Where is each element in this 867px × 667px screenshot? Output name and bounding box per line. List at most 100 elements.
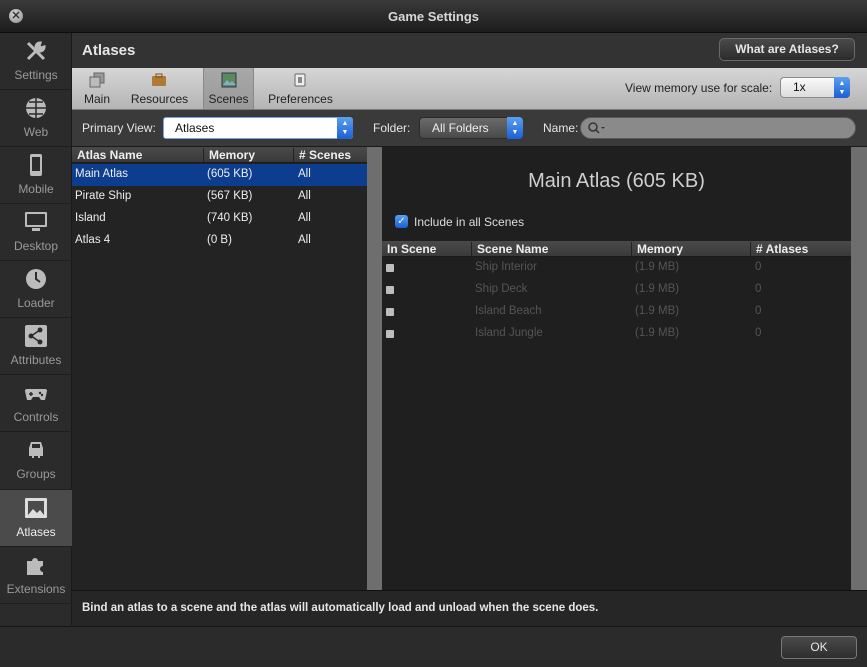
scale-value: 1x	[793, 80, 806, 94]
table-row: Island Jungle (1.9 MB) 0	[382, 323, 851, 345]
tab-resources[interactable]: Resources	[122, 68, 197, 109]
name-label: Name:	[543, 121, 579, 135]
folder-value: All Folders	[432, 121, 489, 135]
sidebar-item-atlases[interactable]: Atlases	[0, 490, 72, 547]
table-row[interactable]: Island (740 KB) All	[72, 208, 367, 230]
footer: OK	[0, 626, 867, 667]
scene-name: Ship Deck	[475, 283, 528, 295]
up-down-arrows-icon: ▲ ▼	[834, 77, 850, 98]
car-icon	[29, 442, 43, 458]
atlas-name: Main Atlas	[75, 168, 129, 180]
gamepad-icon	[25, 389, 47, 400]
search-icon	[588, 122, 605, 134]
column-header-in-scene[interactable]: In Scene	[382, 242, 472, 256]
wrench-screwdriver-icon	[26, 41, 46, 61]
memory-scale-label: View memory use for scale:	[625, 81, 773, 95]
column-header-scene-name[interactable]: Scene Name	[471, 242, 632, 256]
sidebar-item-groups[interactable]: Groups	[0, 432, 72, 490]
scene-table-header: In Scene Scene Name Memory # Atlases	[382, 241, 851, 257]
sidebar-item-extensions[interactable]: Extensions	[0, 547, 72, 604]
scene-name: Island Beach	[475, 305, 542, 317]
scene-atlases: 0	[755, 261, 762, 273]
tab-preferences[interactable]: Preferences	[261, 68, 340, 109]
name-search-input[interactable]	[580, 117, 856, 139]
scene-memory: (1.9 MB)	[635, 261, 680, 273]
atlas-name: Island	[75, 212, 106, 224]
sidebar-item-loader[interactable]: Loader	[0, 261, 72, 318]
page-title: Atlases	[82, 42, 136, 59]
column-header-memory[interactable]: Memory	[631, 242, 751, 256]
monitor-icon	[25, 212, 47, 231]
scene-name: Ship Interior	[475, 261, 538, 273]
sidebar-item-label: Loader	[17, 296, 55, 310]
sidebar-item-label: Atlases	[16, 525, 56, 539]
sidebar-item-label: Attributes	[10, 353, 62, 367]
tab-label: Preferences	[268, 92, 333, 106]
globe-icon	[26, 98, 46, 118]
info-bar: Bind an atlas to a scene and the atlas w…	[72, 590, 867, 626]
scene-atlases: 0	[755, 305, 762, 317]
sidebar-item-label: Groups	[16, 467, 56, 481]
table-row: Island Beach (1.9 MB) 0	[382, 301, 851, 323]
what-are-atlases-button[interactable]: What are Atlases?	[719, 38, 855, 61]
up-down-arrows-icon: ▲ ▼	[337, 117, 353, 139]
table-row[interactable]: Main Atlas (605 KB) All	[72, 164, 367, 186]
sidebar-item-web[interactable]: Web	[0, 90, 72, 147]
scene-memory: (1.9 MB)	[635, 327, 680, 339]
primary-view-label: Primary View:	[82, 121, 156, 135]
tab-label: Resources	[130, 92, 189, 106]
primary-view-select[interactable]: Atlases ▲ ▼	[163, 117, 353, 139]
sidebar-item-controls[interactable]: Controls	[0, 375, 72, 432]
sidebar-item-label: Web	[23, 125, 49, 139]
in-scene-checkbox	[386, 308, 394, 316]
atlas-scenes: All	[298, 168, 311, 180]
include-all-scenes-checkbox[interactable]: ✓	[395, 215, 408, 228]
atlas-name: Pirate Ship	[75, 190, 132, 202]
sidebar-item-label: Controls	[13, 410, 59, 424]
atlas-memory: (605 KB)	[207, 168, 253, 180]
up-down-arrows-icon: ▲ ▼	[507, 117, 523, 139]
table-row[interactable]: Pirate Ship (567 KB) All	[72, 186, 367, 208]
primary-view-value: Atlases	[175, 121, 215, 135]
sidebar-item-mobile[interactable]: Mobile	[0, 147, 72, 204]
clock-icon	[26, 269, 46, 289]
sidebar-item-label: Desktop	[13, 239, 59, 253]
sidebar-item-label: Settings	[14, 68, 58, 82]
folder-select[interactable]: All Folders ▲ ▼	[419, 117, 523, 139]
scene-name: Island Jungle	[475, 327, 543, 339]
copy-icon	[89, 72, 105, 88]
atlas-detail: Main Atlas (605 KB) ✓ Include in all Sce…	[382, 147, 851, 590]
column-header-memory[interactable]: Memory	[203, 148, 293, 162]
sidebar-item-desktop[interactable]: Desktop	[0, 204, 72, 261]
image-icon	[221, 72, 237, 88]
atlas-memory: (0 B)	[207, 234, 232, 246]
info-text: Bind an atlas to a scene and the atlas w…	[82, 602, 599, 614]
tab-main[interactable]: Main	[72, 68, 122, 109]
sidebar-item-attributes[interactable]: Attributes	[0, 318, 72, 375]
atlas-memory: (567 KB)	[207, 190, 253, 202]
scene-atlases: 0	[755, 283, 762, 295]
sidebar-item-settings[interactable]: Settings	[0, 33, 72, 90]
tab-label: Scenes	[208, 92, 249, 106]
ok-button[interactable]: OK	[781, 636, 857, 659]
scrollbar[interactable]	[851, 147, 867, 590]
scale-select[interactable]: 1x ▲ ▼	[780, 77, 850, 98]
page-header: Atlases What are Atlases?	[72, 33, 867, 68]
scene-memory: (1.9 MB)	[635, 305, 680, 317]
pane-splitter[interactable]	[367, 147, 382, 590]
column-header-atlas-name[interactable]: Atlas Name	[72, 148, 204, 162]
in-scene-checkbox	[386, 286, 394, 294]
in-scene-checkbox	[386, 330, 394, 338]
filter-bar: Primary View: Atlases ▲ ▼ Folder: All Fol…	[72, 110, 867, 147]
picture-icon	[25, 498, 47, 518]
table-row[interactable]: Atlas 4 (0 B) All	[72, 230, 367, 252]
puzzle-icon	[27, 558, 43, 575]
column-header-scenes[interactable]: # Scenes	[293, 148, 367, 162]
atlas-memory: (740 KB)	[207, 212, 253, 224]
table-row: Ship Deck (1.9 MB) 0	[382, 279, 851, 301]
atlas-list: Atlas Name Memory # Scenes Main Atlas (6…	[72, 147, 367, 590]
in-scene-checkbox	[386, 264, 394, 272]
tab-scenes[interactable]: Scenes	[203, 68, 254, 109]
sidebar: Settings Web Mobile Desktop Loader Attri…	[0, 33, 72, 625]
column-header-atlases[interactable]: # Atlases	[750, 242, 851, 256]
